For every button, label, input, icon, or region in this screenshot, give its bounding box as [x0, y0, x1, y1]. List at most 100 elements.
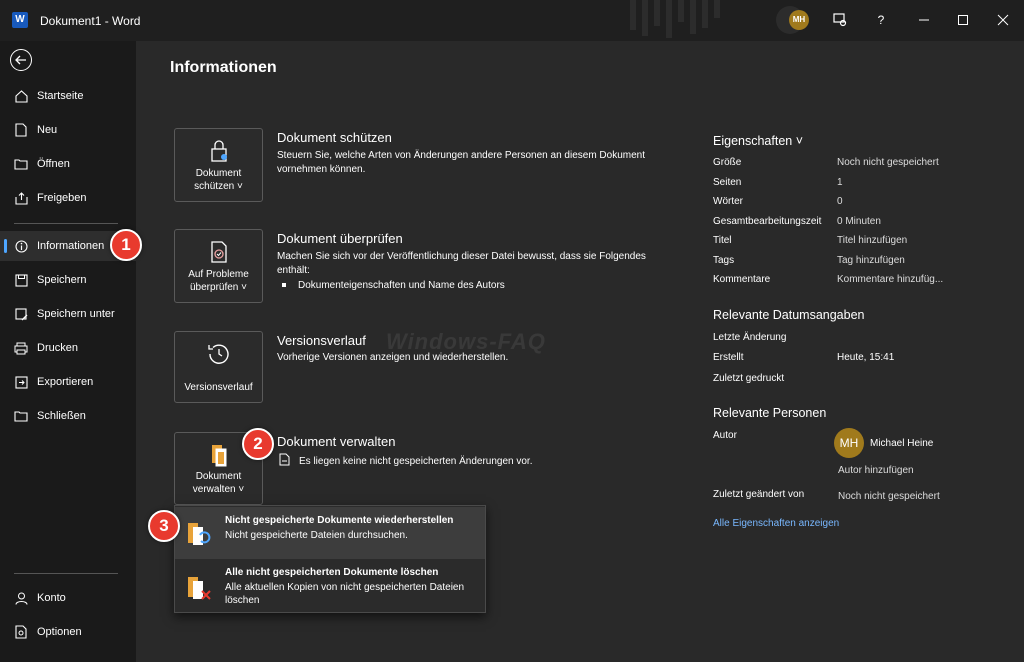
section-title: Versionsverlauf	[277, 333, 366, 348]
sidebar-divider	[14, 573, 118, 574]
property-label: Erstellt	[713, 352, 744, 363]
sidebar-item-speichern-unter[interactable]: Speichern unter	[0, 299, 136, 329]
back-button[interactable]	[10, 49, 32, 71]
close-doc-icon	[14, 409, 28, 423]
people-heading: Relevante Personen	[713, 406, 827, 420]
page-title: Informationen	[170, 59, 277, 76]
menu-item-recover-unsaved[interactable]: Nicht gespeicherte Dokumente wiederherst…	[175, 507, 485, 559]
new-doc-icon	[14, 123, 28, 137]
author-avatar: MH	[834, 428, 864, 458]
sidebar-item-exportieren[interactable]: Exportieren	[0, 367, 136, 397]
tags-input[interactable]: Tag hinzufügen	[837, 255, 905, 266]
property-label: Autor	[713, 430, 737, 441]
bullet-icon	[282, 283, 286, 287]
title-decoration	[630, 0, 804, 38]
sidebar-item-oeffnen[interactable]: Öffnen	[0, 149, 136, 179]
property-label: Größe	[713, 157, 742, 168]
menu-item-delete-unsaved[interactable]: Alle nicht gespeicherten Dokumente lösch…	[175, 561, 485, 613]
button-label: schützen ˅	[194, 181, 243, 192]
sidebar-item-label: Öffnen	[37, 158, 70, 170]
title-input[interactable]: Titel hinzufügen	[837, 235, 907, 246]
property-value: Heute, 15:41	[837, 352, 895, 363]
sidebar-item-label: Exportieren	[37, 376, 94, 388]
sidebar-item-label: Optionen	[37, 626, 82, 638]
section-description: Es liegen keine nicht gespeicherten Ände…	[299, 456, 533, 467]
recover-document-icon	[188, 523, 211, 545]
author-name[interactable]: Michael Heine	[870, 438, 933, 449]
sidebar-item-konto[interactable]: Konto	[0, 583, 136, 613]
delete-document-icon	[188, 577, 211, 600]
property-label: Kommentare	[713, 274, 771, 285]
close-icon[interactable]	[993, 10, 1013, 30]
document-status-icon	[279, 453, 290, 466]
property-value: Noch nicht gespeichert	[838, 491, 940, 502]
sidebar-item-neu[interactable]: Neu	[0, 115, 136, 145]
folder-icon	[14, 157, 28, 171]
properties-heading[interactable]: Eigenschaften ˅	[713, 134, 803, 148]
sidebar-item-speichern[interactable]: Speichern	[0, 265, 136, 295]
title-bar: W Dokument1 - Word MH ?	[0, 0, 1024, 41]
property-label: Zuletzt gedruckt	[713, 373, 785, 384]
sidebar-item-drucken[interactable]: Drucken	[0, 333, 136, 363]
button-label: verwalten ˅	[192, 484, 245, 495]
share-icon	[14, 191, 28, 205]
button-label: Dokument	[195, 168, 242, 179]
home-icon	[14, 89, 28, 103]
word-logo-icon: W	[12, 12, 28, 28]
section-title: Dokument verwalten	[277, 434, 396, 449]
add-author-input[interactable]: Autor hinzufügen	[838, 465, 914, 476]
user-avatar[interactable]: MH	[789, 10, 809, 30]
show-all-properties-link[interactable]: Alle Eigenschaften anzeigen	[713, 518, 839, 529]
button-label: Versionsverlauf	[184, 382, 253, 393]
sidebar-divider	[14, 223, 118, 224]
help-icon[interactable]: ?	[871, 10, 891, 30]
property-label: Zuletzt geändert von	[713, 489, 805, 500]
sidebar-item-label: Drucken	[37, 342, 78, 354]
backstage-sidebar: Startseite Neu Öffnen Freigeben Informat…	[0, 41, 136, 662]
property-value: 0	[837, 196, 843, 207]
window-title: Dokument1 - Word	[40, 14, 141, 28]
version-history-button[interactable]: Versionsverlauf	[174, 331, 263, 403]
inspect-document-button[interactable]: Auf Probleme überprüfen ˅	[174, 229, 263, 303]
dates-heading: Relevante Datumsangaben	[713, 308, 865, 322]
maximize-icon[interactable]	[953, 10, 973, 30]
protect-document-button[interactable]: Dokument schützen ˅	[174, 128, 263, 202]
property-label: Gesamtbearbeitungszeit	[713, 216, 822, 227]
sidebar-item-label: Freigeben	[37, 192, 87, 204]
property-label: Titel	[713, 235, 732, 246]
sidebar-item-optionen[interactable]: Optionen	[0, 617, 136, 647]
property-value: 0 Minuten	[837, 216, 881, 227]
export-icon	[14, 375, 28, 389]
history-clock-icon	[208, 344, 229, 364]
property-value: Noch nicht gespeichert	[837, 157, 939, 168]
button-label: Dokument	[195, 471, 242, 482]
info-icon	[14, 239, 28, 253]
arrow-left-icon	[15, 55, 26, 65]
section-title: Dokument schützen	[277, 130, 392, 145]
minimize-icon[interactable]	[914, 10, 934, 30]
sidebar-item-label: Speichern unter	[37, 308, 115, 320]
inspect-bullet: Dokumenteigenschaften und Name des Autor…	[298, 280, 505, 291]
feedback-icon[interactable]	[830, 10, 850, 30]
button-label: überprüfen ˅	[190, 282, 247, 293]
sidebar-item-startseite[interactable]: Startseite	[0, 81, 136, 111]
sidebar-item-freigeben[interactable]: Freigeben	[0, 183, 136, 213]
property-label: Wörter	[713, 196, 743, 207]
property-label: Tags	[713, 255, 735, 266]
inspect-document-icon	[211, 241, 227, 263]
options-icon	[14, 625, 28, 639]
menu-item-title: Nicht gespeicherte Dokumente wiederherst…	[225, 515, 454, 526]
section-title: Dokument überprüfen	[277, 231, 403, 246]
save-icon	[14, 273, 28, 287]
sidebar-item-label: Neu	[37, 124, 58, 136]
button-label: Auf Probleme	[188, 269, 249, 280]
manage-document-icon	[212, 445, 227, 467]
lock-document-icon	[211, 140, 227, 162]
comments-input[interactable]: Kommentare hinzufüg...	[837, 274, 943, 285]
manage-document-menu: Nicht gespeicherte Dokumente wiederherst…	[174, 505, 486, 613]
sidebar-item-label: Informationen	[37, 240, 105, 252]
sidebar-item-schliessen[interactable]: Schließen	[0, 401, 136, 431]
menu-item-description: Nicht gespeicherte Dateien durchsuchen.	[225, 530, 408, 541]
save-as-icon	[14, 307, 28, 321]
menu-item-description: Alle aktuellen Kopien von nicht gespeich…	[225, 582, 465, 606]
